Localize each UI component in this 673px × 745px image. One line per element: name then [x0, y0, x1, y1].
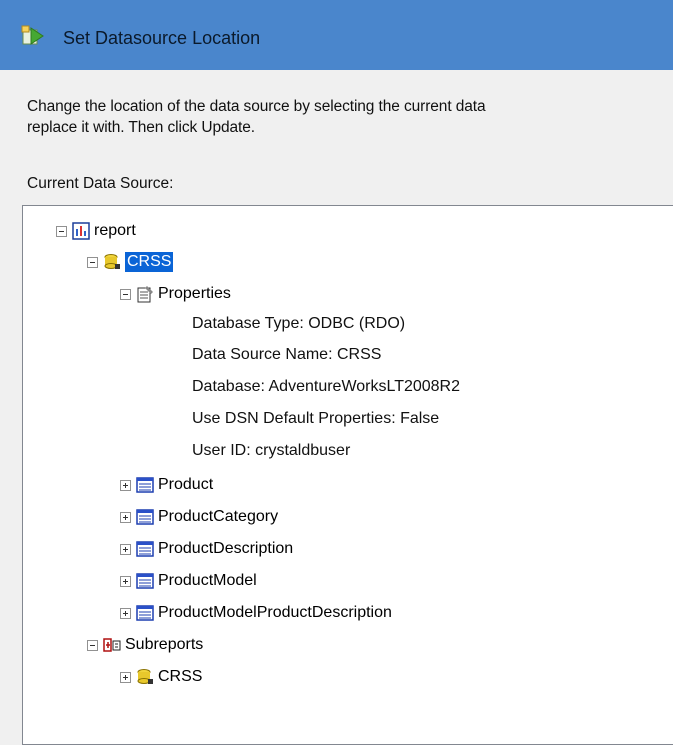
- tree-node-table[interactable]: ProductModelProductDescription: [120, 601, 392, 625]
- expand-toggle-icon[interactable]: [120, 607, 131, 619]
- tree-label-datasource: CRSS: [125, 252, 174, 272]
- collapse-toggle-icon[interactable]: [120, 288, 131, 300]
- tree-node-table[interactable]: ProductModel: [120, 569, 257, 593]
- collapse-toggle-icon[interactable]: [87, 256, 98, 268]
- instructions-line-2: replace it with. Then click Update.: [27, 119, 255, 136]
- tree-label-subreports: Subreports: [125, 636, 204, 653]
- tree-node-report[interactable]: report: [56, 219, 136, 243]
- instructions-text: Change the location of the data source b…: [27, 96, 486, 138]
- expand-toggle-icon[interactable]: [120, 671, 131, 683]
- tree-label-properties: Properties: [158, 285, 231, 302]
- properties-icon: [137, 286, 153, 303]
- tree-label-table: Product: [158, 476, 214, 493]
- table-icon: [136, 541, 154, 557]
- tree-label-table: ProductModelProductDescription: [158, 604, 392, 621]
- expand-toggle-icon[interactable]: [120, 479, 131, 491]
- data-source-tree[interactable]: report CRSS Properties Database Type: OD…: [22, 205, 673, 745]
- tree-node-datasource[interactable]: CRSS: [87, 250, 174, 274]
- tree-node-table[interactable]: ProductDescription: [120, 537, 293, 561]
- subreports-icon: [103, 638, 121, 652]
- dialog-title: Set Datasource Location: [63, 28, 261, 48]
- tree-label-subreport-datasource: CRSS: [158, 668, 203, 685]
- tree-node-table[interactable]: Product: [120, 473, 213, 497]
- database-icon: [137, 669, 153, 684]
- tree-label-table: ProductModel: [158, 572, 257, 589]
- table-icon: [136, 605, 154, 621]
- current-data-source-label: Current Data Source:: [27, 175, 174, 192]
- instructions-line-1: Change the location of the data source b…: [27, 98, 486, 115]
- table-icon: [136, 509, 154, 525]
- expand-toggle-icon[interactable]: [120, 543, 131, 555]
- property-data-source-name: Data Source Name: CRSS: [192, 346, 382, 363]
- tree-node-table[interactable]: ProductCategory: [120, 505, 278, 529]
- collapse-toggle-icon[interactable]: [56, 225, 67, 237]
- expand-toggle-icon[interactable]: [120, 511, 131, 523]
- database-icon: [104, 254, 120, 269]
- tree-label-report: report: [94, 222, 136, 239]
- tree-label-table: ProductDescription: [158, 540, 294, 557]
- report-icon: [72, 222, 90, 240]
- property-database: Database: AdventureWorksLT2008R2: [192, 378, 461, 395]
- table-icon: [136, 477, 154, 493]
- expand-toggle-icon[interactable]: [120, 575, 131, 587]
- tree-node-subreports[interactable]: Subreports: [87, 633, 203, 657]
- tree-label-table: ProductCategory: [158, 508, 279, 525]
- datasource-location-icon: [21, 25, 44, 45]
- tree-node-subreport-datasource[interactable]: CRSS: [120, 665, 202, 689]
- tree-node-properties[interactable]: Properties: [120, 282, 231, 306]
- property-user-id: User ID: crystaldbuser: [192, 442, 351, 459]
- property-use-dsn-default: Use DSN Default Properties: False: [192, 410, 440, 427]
- collapse-toggle-icon[interactable]: [87, 639, 98, 651]
- table-icon: [136, 573, 154, 589]
- title-bar: Set Datasource Location: [0, 0, 673, 70]
- property-database-type: Database Type: ODBC (RDO): [192, 315, 406, 332]
